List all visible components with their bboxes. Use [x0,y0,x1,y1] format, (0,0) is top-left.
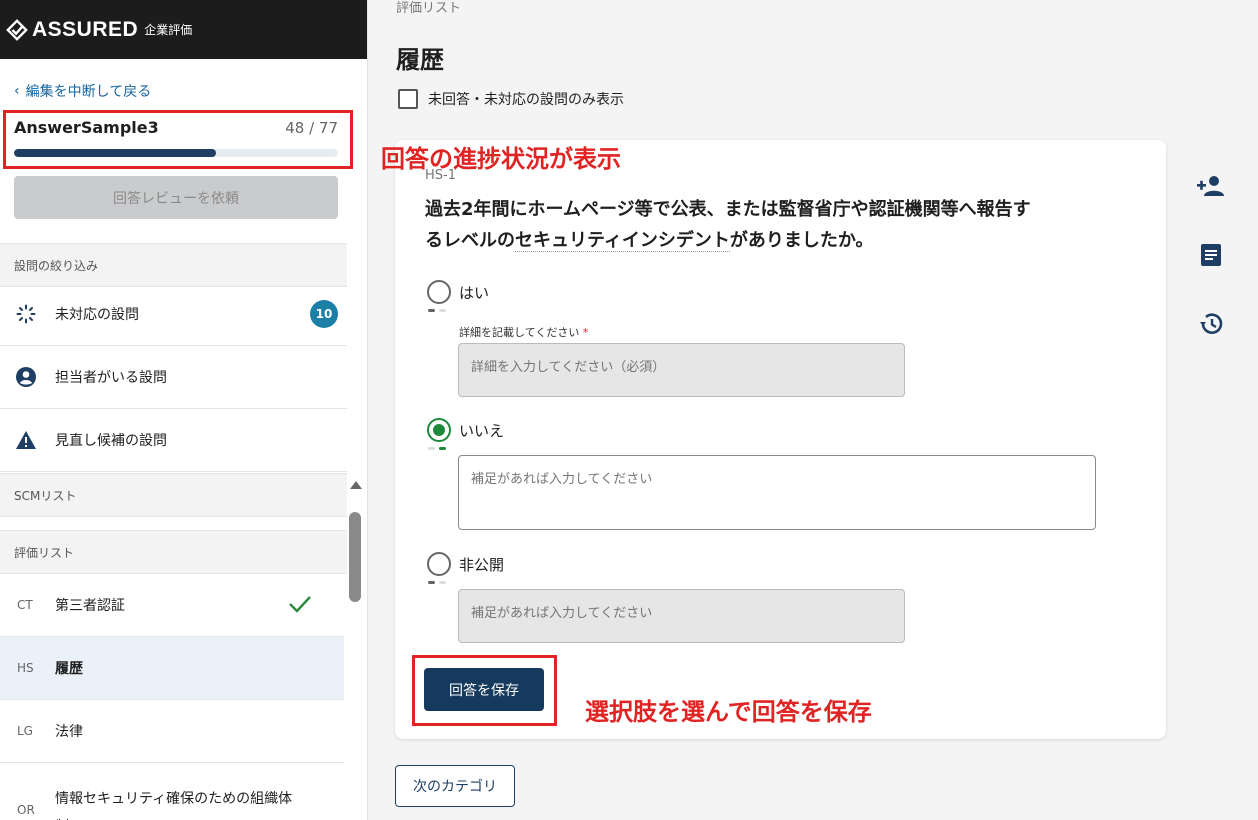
document-icon[interactable] [1195,239,1227,271]
detail-label-text: 詳細を記載してください [459,326,580,339]
option-label: いいえ [459,421,505,440]
scm-section-header: SCMリスト [0,473,347,517]
option-indicator [428,581,446,584]
category-hs[interactable]: HS 履歴 [0,637,344,700]
radio-button[interactable] [427,280,451,304]
eval-section-header: 評価リスト [0,530,347,574]
radio-button-selected[interactable] [427,418,451,442]
back-link[interactable]: ‹ 編集を中断して戻る [14,81,151,101]
scrollbar-thumb[interactable] [349,512,361,602]
page-title: 履歴 [396,46,444,74]
required-mark: * [582,326,589,339]
option-private[interactable]: 非公開 [427,552,504,576]
question-text-post: がありましたか。 [729,230,874,251]
filter-label: 未対応の設問 [55,307,139,323]
category-code: OR [17,803,35,817]
detail-field-label: 詳細を記載してください * [459,324,588,340]
filter-assigned[interactable]: 担当者がいる設問 [0,346,347,409]
question-text-pre: るレベルの [425,230,515,251]
annotation-highlight-progress [3,110,353,169]
question-text: 過去2年間にホームページ等で公表、または監督省庁や認証機関等へ報告す るレベルの… [425,194,1105,256]
detail-textarea[interactable] [458,343,905,397]
next-category-button[interactable]: 次のカテゴリ [395,765,515,807]
annotation-highlight-save [412,655,557,726]
category-lg[interactable]: LG 法律 [0,700,344,763]
annotation-progress-note: 回答の進捗状況が表示 [381,145,621,173]
person-icon [15,366,37,388]
checkbox-box[interactable] [398,89,418,109]
filter-unanswered[interactable]: 未対応の設問 10 [0,283,347,346]
category-label: 法律 [55,724,83,740]
option-label: 非公開 [459,555,505,574]
warning-icon [15,429,37,451]
loading-icon [15,303,37,325]
history-icon[interactable] [1195,308,1227,340]
category-or[interactable]: OR 情報セキュリティ確保のための組織体制 [0,765,344,820]
logo-check-icon [6,18,28,41]
back-link-label: 編集を中断して戻る [25,84,152,100]
brand-name: ASSURED [32,17,139,41]
filter-label: 見直し候補の設問 [55,433,167,449]
option-label: はい [459,283,490,302]
option-indicator [428,447,446,450]
filter-label: 担当者がいる設問 [55,370,167,386]
category-code: HS [17,661,34,675]
option-no[interactable]: いいえ [427,418,504,442]
checkbox-label: 未回答・未対応の設問のみ表示 [428,92,624,108]
brand-header: ASSURED 企業評価 [0,0,367,59]
add-person-icon[interactable] [1195,170,1227,202]
radio-button[interactable] [427,552,451,576]
category-label: 情報セキュリティ確保のための組織体制 [55,791,293,820]
check-icon [289,596,311,613]
question-text-line1: 過去2年間にホームページ等で公表、または監督省庁や認証機関等へ報告す [425,199,1031,220]
note-textarea-private[interactable] [458,589,905,643]
count-badge: 10 [310,300,338,328]
option-yes[interactable]: はい [427,280,489,304]
annotation-save-note: 選択肢を選んで回答を保存 [585,698,872,726]
category-code: LG [17,724,33,738]
scroll-up-arrow-icon[interactable] [347,478,364,492]
brand-sub: 企業評価 [144,23,193,37]
filter-review-candidates[interactable]: 見直し候補の設問 [0,409,347,472]
category-code: CT [17,598,33,612]
request-review-button[interactable]: 回答レビューを依頼 [14,176,338,219]
question-card: HS-1 過去2年間にホームページ等で公表、または監督省庁や認証機関等へ報告す … [395,140,1166,739]
category-label: 履歴 [55,661,83,677]
category-ct[interactable]: CT 第三者認証 [0,574,344,637]
option-indicator [428,309,446,312]
breadcrumb[interactable]: 評価リスト [396,0,461,16]
chevron-left-icon: ‹ [14,83,20,99]
unanswered-only-checkbox[interactable]: 未回答・未対応の設問のみ表示 [398,89,624,109]
note-textarea-no[interactable] [458,455,1096,530]
category-label: 第三者認証 [55,598,125,614]
filter-section-header: 設問の絞り込み [0,243,347,287]
glossary-term-link[interactable]: セキュリティインシデント [515,230,730,252]
